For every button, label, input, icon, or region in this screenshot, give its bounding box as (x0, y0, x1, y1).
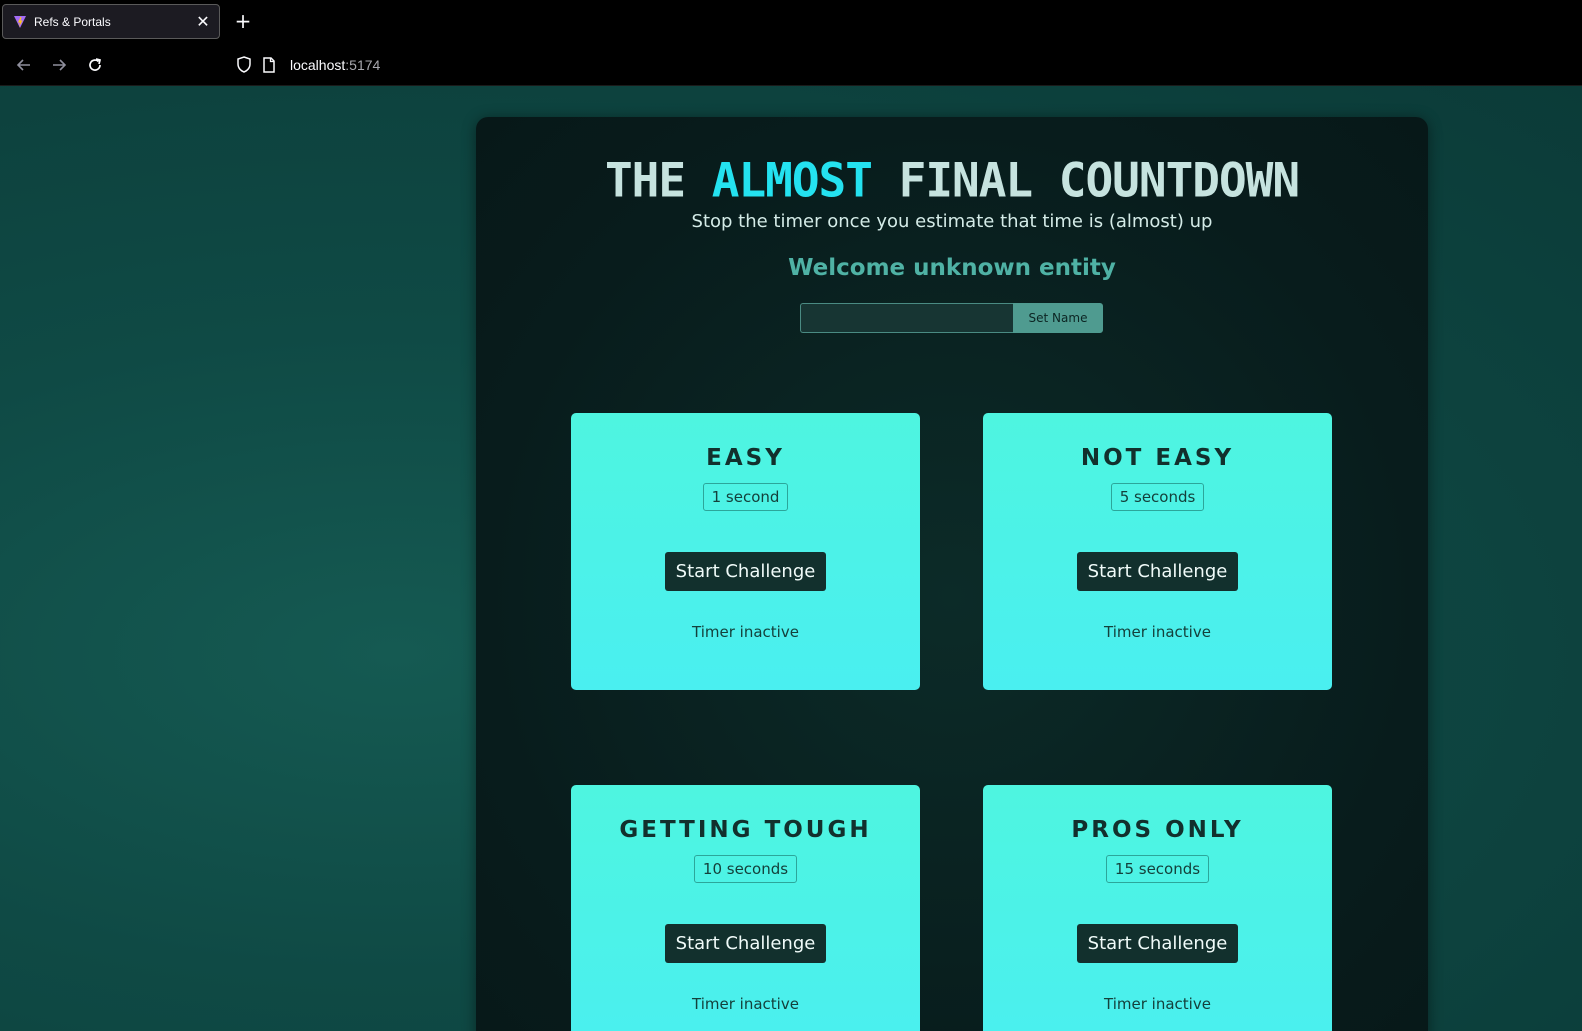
vite-logo-icon (12, 14, 28, 30)
title-accent: ALMOST (711, 152, 873, 208)
browser-tab[interactable]: Refs & Portals ✕ (2, 4, 220, 39)
back-icon[interactable] (11, 52, 37, 78)
start-challenge-button[interactable]: Start Challenge (1077, 924, 1238, 963)
welcome-heading: Welcome unknown entity (788, 255, 1116, 281)
challenge-card-not-easy: NOT EASY 5 seconds Start Challenge Timer… (983, 413, 1332, 690)
title-suffix: FINAL COUNTDOWN (898, 152, 1300, 208)
start-challenge-button[interactable]: Start Challenge (1077, 552, 1238, 591)
challenge-title: NOT EASY (1080, 445, 1235, 471)
challenge-card-getting-tough: GETTING TOUGH 10 seconds Start Challenge… (571, 785, 920, 1031)
challenge-duration-badge: 1 second (702, 483, 789, 511)
main-panel: THE ALMOST FINAL COUNTDOWN Stop the time… (476, 117, 1428, 1031)
url-host: localhost (290, 57, 346, 73)
name-form: Set Name (800, 303, 1103, 333)
challenge-card-pros-only: PROS ONLY 15 seconds Start Challenge Tim… (983, 785, 1332, 1031)
challenge-duration-badge: 5 seconds (1110, 483, 1205, 511)
page-title: THE ALMOST FINAL COUNTDOWN (476, 152, 1428, 207)
browser-nav-bar: localhost:5174 (0, 44, 1582, 86)
forward-icon[interactable] (46, 52, 72, 78)
challenge-card-easy: EASY 1 second Start Challenge Timer inac… (571, 413, 920, 690)
page-subtitle: Stop the timer once you estimate that ti… (691, 211, 1213, 232)
page-icon[interactable] (262, 56, 276, 77)
challenge-title: PROS ONLY (1071, 817, 1244, 843)
set-name-button[interactable]: Set Name (1013, 303, 1103, 333)
new-tab-button[interactable]: + (232, 10, 254, 32)
challenge-duration-badge: 10 seconds (693, 855, 798, 883)
title-prefix: THE (604, 152, 686, 208)
reload-icon[interactable] (82, 52, 108, 78)
timer-status: Timer inactive (692, 995, 799, 1013)
challenge-title: EASY (706, 445, 785, 471)
player-name-input[interactable] (800, 303, 1013, 333)
browser-tab-bar: Refs & Portals ✕ + (0, 0, 1582, 44)
timer-status: Timer inactive (1104, 995, 1211, 1013)
challenge-duration-badge: 15 seconds (1105, 855, 1210, 883)
timer-status: Timer inactive (1104, 623, 1211, 641)
page-viewport: THE ALMOST FINAL COUNTDOWN Stop the time… (0, 86, 1582, 1031)
tab-title: Refs & Portals (34, 14, 111, 29)
url-port: :5174 (345, 57, 381, 73)
challenge-title: GETTING TOUGH (619, 817, 872, 843)
start-challenge-button[interactable]: Start Challenge (665, 552, 826, 591)
close-tab-icon[interactable]: ✕ (192, 13, 214, 30)
shield-icon[interactable] (236, 56, 252, 77)
timer-status: Timer inactive (692, 623, 799, 641)
start-challenge-button[interactable]: Start Challenge (665, 924, 826, 963)
url-bar[interactable]: localhost:5174 (290, 57, 380, 73)
